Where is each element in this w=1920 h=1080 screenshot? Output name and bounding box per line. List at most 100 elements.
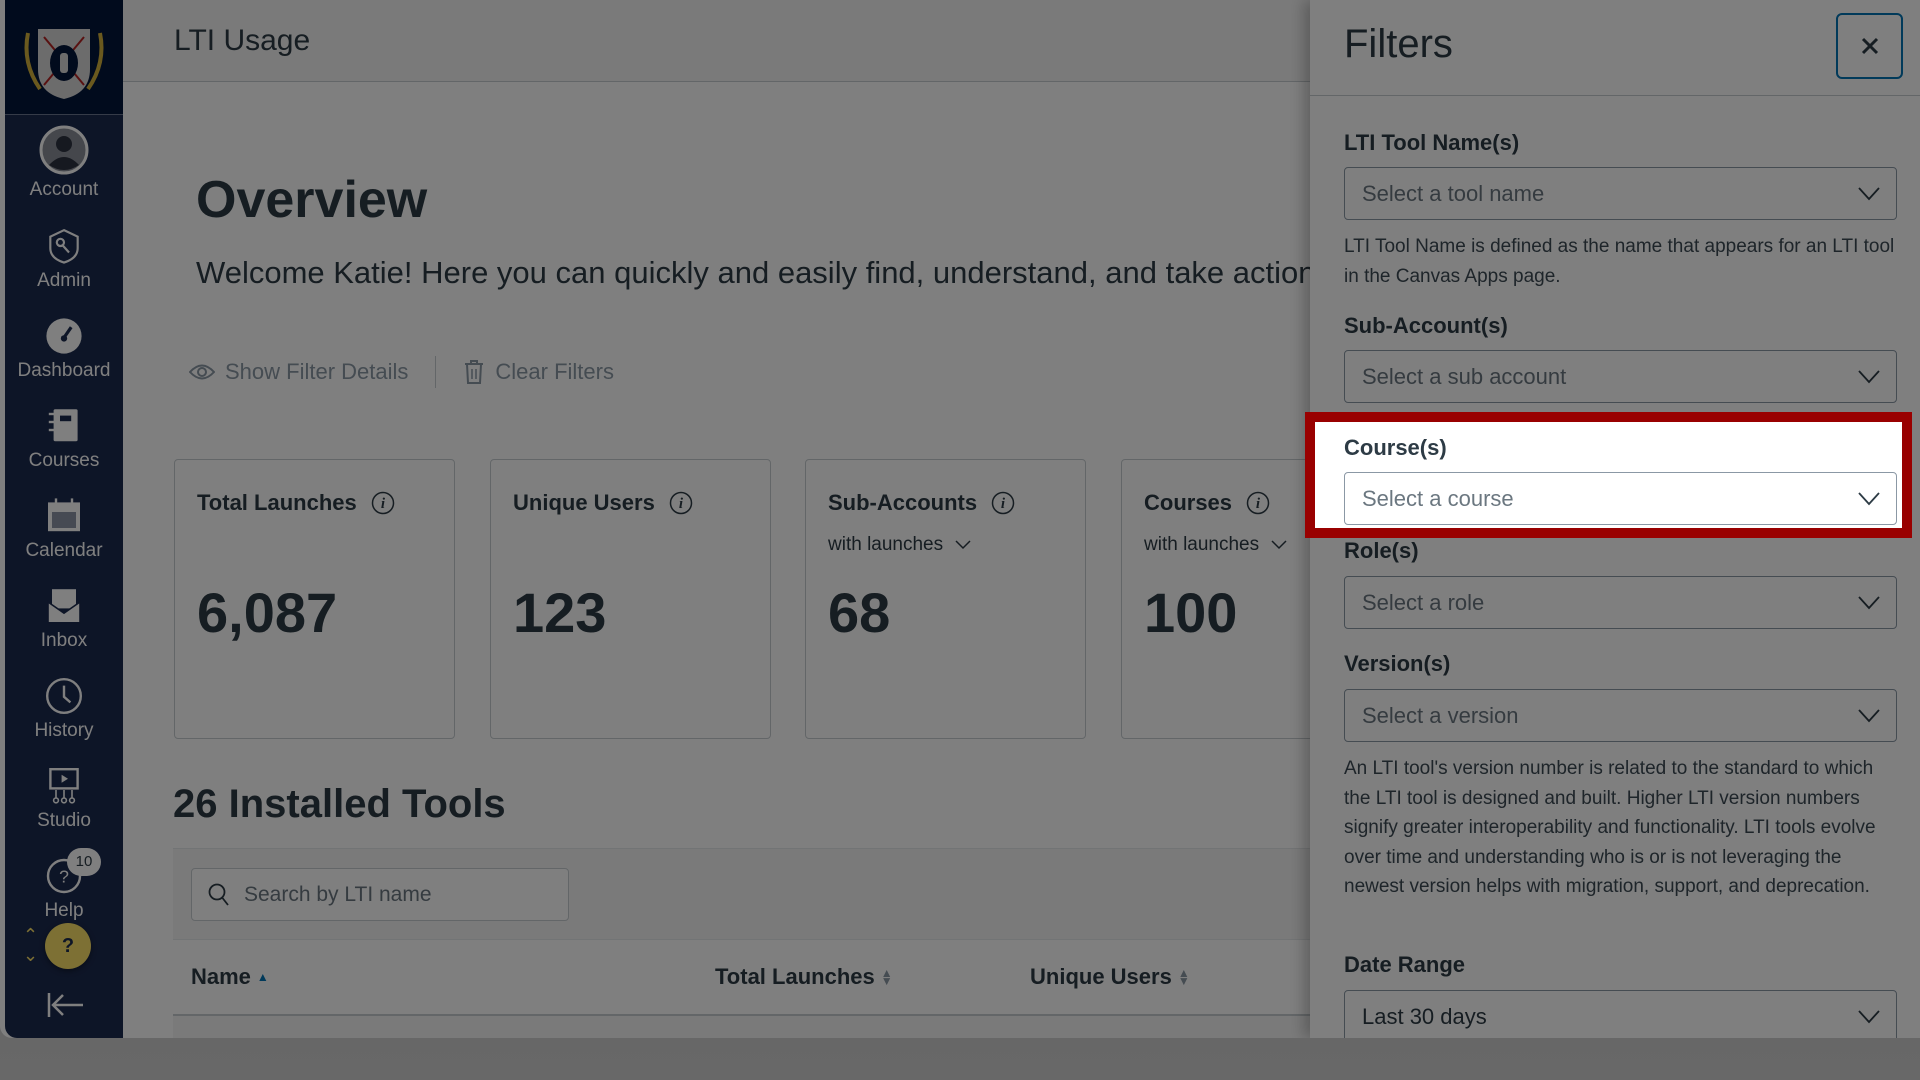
help-fab-button[interactable]: ?: [45, 923, 91, 969]
search-input[interactable]: [244, 882, 544, 907]
table-header-row: Name ▲ Total Launches ▲ ▼ Unique Users ▲ ▼: [173, 939, 1310, 1016]
info-icon[interactable]: i: [669, 491, 693, 515]
stat-card-unique-users: Unique Users i 123: [490, 459, 771, 739]
role-placeholder: Select a role: [1362, 589, 1485, 615]
role-label: Role(s): [1344, 538, 1419, 563]
column-label: Total Launches: [715, 964, 875, 989]
overview-heading: Overview: [196, 171, 428, 229]
date-range-label: Date Range: [1344, 952, 1466, 977]
sub-accounts-filter-dropdown[interactable]: with launches: [828, 534, 1063, 556]
search-field[interactable]: [191, 868, 569, 921]
nav-calendar-label: Calendar: [25, 540, 103, 561]
column-label: Unique Users: [1030, 964, 1172, 989]
courses-filter-dropdown[interactable]: with launches: [1144, 534, 1310, 556]
stat-value: 100: [1144, 581, 1238, 644]
chevron-down-icon: [1858, 186, 1880, 200]
stat-title: Sub-Accounts: [828, 490, 978, 515]
nav-calendar[interactable]: Calendar: [5, 496, 123, 562]
course-placeholder: Select a course: [1362, 485, 1514, 511]
info-icon[interactable]: i: [1246, 491, 1270, 515]
date-range-value: Last 30 days: [1362, 1003, 1487, 1029]
show-filter-details-label: Show Filter Details: [225, 359, 409, 384]
stat-value: 6,087: [197, 581, 338, 644]
stat-value: 123: [513, 581, 607, 644]
chevron-down-icon: [1858, 491, 1880, 505]
role-select[interactable]: Select a role: [1344, 576, 1897, 629]
tools-table-panel: Name ▲ Total Launches ▲▼ Unique Users ▲▼: [173, 848, 1310, 1038]
date-range-select[interactable]: Last 30 days: [1344, 990, 1897, 1038]
shield-key-icon: [49, 228, 79, 264]
show-filter-details-button[interactable]: Show Filter Details: [189, 359, 408, 385]
nav-account[interactable]: Account: [5, 125, 123, 201]
svg-text:i: i: [679, 496, 684, 512]
nav-history[interactable]: History: [5, 676, 123, 742]
close-icon: [1861, 37, 1878, 55]
chevron-down-icon: [1858, 595, 1880, 609]
column-header-name[interactable]: Name ▲: [191, 964, 269, 990]
stat-title: Total Launches: [197, 490, 357, 515]
version-select[interactable]: Select a version: [1344, 689, 1897, 742]
user-avatar-icon: [39, 125, 89, 175]
notebook-icon: [48, 409, 78, 442]
sort-ascending-icon: ▲: [256, 970, 269, 984]
tool-name-select[interactable]: Select a tool name: [1344, 167, 1897, 220]
collapse-nav-arrow-icon[interactable]: [45, 990, 85, 1020]
expand-collapse-arrows-icon[interactable]: ⌃ ⌄: [23, 925, 38, 965]
search-icon: [208, 883, 229, 906]
clear-filters-button[interactable]: Clear Filters: [463, 359, 614, 385]
nav-admin-label: Admin: [37, 270, 91, 291]
nav-courses[interactable]: Courses: [5, 406, 123, 472]
chevron-down-icon: [955, 540, 971, 550]
sort-icon: ▲ ▼: [880, 966, 893, 988]
sub-account-select[interactable]: Select a sub account: [1344, 350, 1897, 403]
main-content: LTI Usage Overview Welcome Katie! Here y…: [123, 0, 1310, 1038]
column-header-total-launches[interactable]: Total Launches ▲ ▼: [715, 964, 893, 990]
tool-name-label: LTI Tool Name(s): [1344, 130, 1520, 155]
stat-card-sub-accounts: Sub-Accounts i with launches 68: [805, 459, 1086, 739]
speedometer-icon: [46, 318, 82, 354]
svg-text:i: i: [381, 496, 386, 512]
nav-dashboard-label: Dashboard: [17, 360, 111, 381]
tool-name-placeholder: Select a tool name: [1362, 180, 1545, 206]
info-icon[interactable]: i: [371, 491, 395, 515]
sub-account-label: Sub-Account(s): [1344, 313, 1508, 338]
nav-admin[interactable]: Admin: [5, 226, 123, 292]
chevron-down-icon: [1271, 540, 1287, 550]
divider: [435, 356, 437, 388]
stat-value: 68: [828, 581, 891, 644]
clock-icon: [46, 678, 82, 714]
svg-text:i: i: [1256, 496, 1261, 512]
column-header-unique-users[interactable]: Unique Users ▲ ▼: [1030, 964, 1190, 990]
nav-help[interactable]: ? Help: [5, 856, 123, 922]
envelope-icon: [47, 589, 81, 624]
version-help-text: An LTI tool's version number is related …: [1344, 758, 1876, 897]
nav-inbox[interactable]: Inbox: [5, 586, 123, 652]
column-label: Name: [191, 964, 251, 989]
global-navigation: Account Admin Dashboard Courses Calendar…: [5, 0, 123, 1038]
nav-studio[interactable]: Studio: [5, 766, 123, 832]
stat-card-courses: Courses i with launches 100: [1121, 459, 1310, 739]
version-label: Version(s): [1344, 651, 1451, 676]
welcome-message: Welcome Katie! Here you can quickly and …: [196, 255, 1310, 290]
sort-icon: ▲ ▼: [1177, 966, 1190, 988]
course-label: Course(s): [1344, 435, 1447, 460]
chevron-down-icon: [1858, 369, 1880, 383]
page-header: LTI Usage: [123, 0, 1310, 82]
nav-dashboard[interactable]: Dashboard: [5, 316, 123, 382]
svg-text:i: i: [1001, 496, 1006, 512]
filters-title: Filters: [1344, 22, 1453, 66]
course-select[interactable]: Select a course: [1344, 472, 1897, 525]
info-icon[interactable]: i: [991, 491, 1015, 515]
nav-help-label: Help: [44, 900, 84, 921]
institution-logo[interactable]: [5, 0, 123, 115]
sub-account-placeholder: Select a sub account: [1362, 363, 1567, 389]
nav-history-label: History: [34, 720, 94, 741]
chevron-down-icon: [1858, 1009, 1880, 1023]
installed-tools-heading: 26 Installed Tools: [173, 782, 506, 826]
stat-subtitle: with launches: [828, 534, 944, 555]
studio-screen-icon: [49, 768, 79, 804]
filters-header: Filters: [1310, 0, 1920, 96]
trash-icon: [465, 360, 484, 384]
close-filters-button[interactable]: [1836, 13, 1903, 79]
help-notification-badge: 10: [67, 848, 101, 876]
